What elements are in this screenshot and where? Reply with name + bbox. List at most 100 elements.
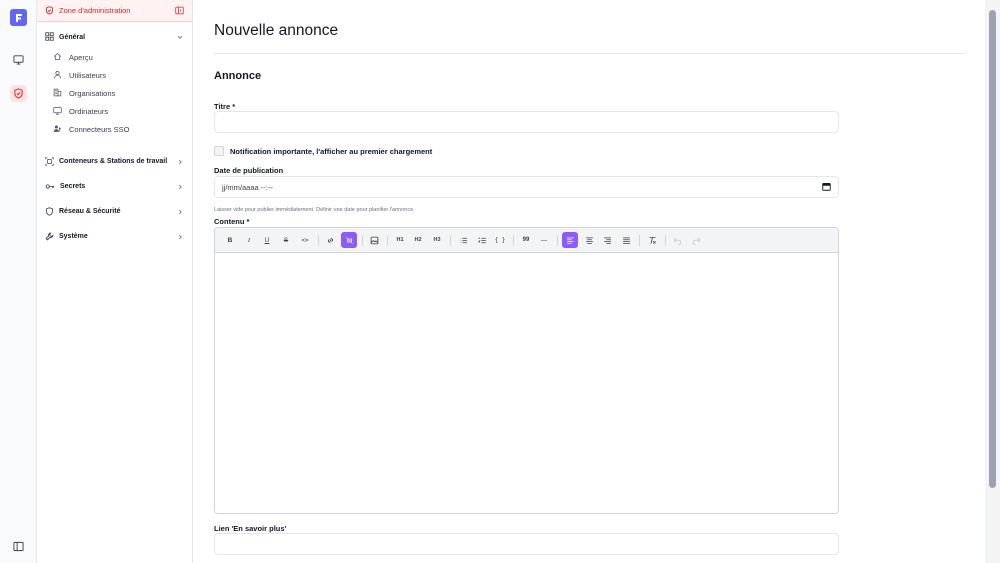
redo-button[interactable] [688,232,704,248]
learn-more-link-input[interactable] [214,533,839,555]
sidebar-item-label: Utilisateurs [69,70,107,80]
image-button[interactable] [366,232,382,248]
align-left-button[interactable] [562,232,578,248]
sidebar-section-label: Secrets [60,183,86,190]
sidebar-section-reseau-securite[interactable]: Réseau & Sécurité [37,199,192,224]
calendar-icon[interactable] [822,182,831,193]
sidebar-item-ordinateurs[interactable]: Ordinateurs [37,102,192,120]
redo-icon [692,237,700,245]
home-icon [53,48,62,66]
sidebar-section-systeme[interactable]: Système [37,224,192,249]
toolbar-separator [450,235,451,246]
logo-icon[interactable] [10,9,27,26]
page-title: Nouvelle annonce [214,22,339,39]
learn-more-link-label: Lien 'En savoir plus' [214,524,287,533]
align-center-button[interactable] [581,232,597,248]
clear-format-button[interactable] [644,232,660,248]
clear-format-icon [649,236,656,244]
users-key-icon [53,120,62,138]
publication-date-hint: Laisser vide pour publier immédiatement.… [214,207,415,213]
date-placeholder: jj/mm/aaaa --:-- [222,182,273,192]
align-left-icon [566,236,574,244]
link-icon [327,237,333,243]
bullet-list-icon [459,237,467,243]
heading-1-button[interactable]: H1 [392,232,408,248]
toolbar-separator [557,235,558,246]
inline-code-button[interactable]: <> [297,232,313,248]
shield-icon[interactable] [10,85,27,102]
editor-content-area[interactable] [215,253,838,513]
grid-icon [45,28,54,46]
undo-icon [673,237,681,245]
sidebar-section-label: Réseau & Sécurité [59,208,121,215]
sidebar-item-label: Ordinateurs [69,106,109,116]
publication-date-input[interactable]: jj/mm/aaaa --:-- [214,176,839,198]
blockquote-button[interactable]: 99 [518,232,534,248]
scrollbar-thumb[interactable] [989,10,996,488]
monitor-icon[interactable] [10,51,27,68]
admin-sidebar: Zone d'administration Général Aperçu Uti… [37,0,193,563]
toolbar-separator [362,235,363,246]
ordered-list-button[interactable] [474,232,490,248]
sidebar-section-general[interactable]: Général [37,30,192,44]
sidebar-section-secrets[interactable]: Secrets [37,174,192,199]
strikethrough-button[interactable]: S [278,232,294,248]
sidebar-section-conteneurs[interactable]: Conteneurs & Stations de travail [37,149,192,174]
important-notification-label: Notification importante, l'afficher au p… [230,147,433,156]
main-content: Nouvelle annonce Annonce Titre * Notific… [193,0,985,563]
shield-icon [45,2,54,20]
chevron-right-icon [176,203,184,221]
chevron-right-icon [176,178,184,196]
bold-button[interactable]: B [222,232,238,248]
heading-3-button[interactable]: H3 [429,232,445,248]
link-button[interactable] [322,232,338,248]
sidebar-collapsed-sections: Conteneurs & Stations de travail Secrets… [37,149,192,249]
monitor-icon [53,102,62,120]
italic-button[interactable]: I [241,232,257,248]
undo-button[interactable] [669,232,685,248]
page-scrollbar[interactable] [985,0,1000,563]
container-icon [45,153,54,171]
bullet-list-button[interactable] [455,232,471,248]
image-icon [370,236,378,244]
horizontal-rule-button[interactable]: — [536,232,552,248]
editor-toolbar: B I U S <> H1 H2 H3 {} 99 — [215,228,838,253]
align-center-icon [585,236,593,244]
sidebar-item-apercu[interactable]: Aperçu [37,48,192,66]
divider [214,53,965,54]
sidebar-item-utilisateurs[interactable]: Utilisateurs [37,66,192,84]
toolbar-separator [387,235,388,246]
section-title: Annonce [214,70,262,82]
ordered-list-icon [477,237,486,243]
align-right-icon [603,236,611,244]
align-right-button[interactable] [599,232,615,248]
shield-icon [45,203,54,221]
sidebar-item-label: Connecteurs SSO [69,124,130,134]
chevron-down-icon [176,28,184,46]
sidebar-toggle-icon[interactable] [10,538,27,555]
title-input[interactable] [214,111,839,133]
code-block-button[interactable]: { } [492,232,508,248]
sidebar-item-organisations[interactable]: Organisations [37,84,192,102]
rich-text-editor: B I U S <> H1 H2 H3 {} 99 — [214,227,839,514]
align-justify-button[interactable] [618,232,634,248]
sidebar-section-label: Conteneurs & Stations de travail [59,158,168,165]
user-icon [53,66,62,84]
unlink-button[interactable] [341,232,357,248]
toolbar-separator [318,235,319,246]
sidebar-section-label: Système [59,233,88,240]
important-notification-checkbox[interactable] [214,146,224,156]
icon-rail [0,0,37,563]
toolbar-separator [665,235,666,246]
sidebar-section-label: Général [59,33,86,41]
heading-2-button[interactable]: H2 [410,232,426,248]
toolbar-separator [639,235,640,246]
collapse-panel-icon[interactable] [175,2,184,20]
building-icon [53,84,62,102]
underline-button[interactable]: U [259,232,275,248]
sidebar-item-connecteurs-sso[interactable]: Connecteurs SSO [37,120,192,138]
publication-date-label: Date de publication [214,166,284,175]
sidebar-item-label: Aperçu [69,52,93,62]
unlink-icon [345,236,353,244]
content-field-label: Contenu * [214,217,250,226]
